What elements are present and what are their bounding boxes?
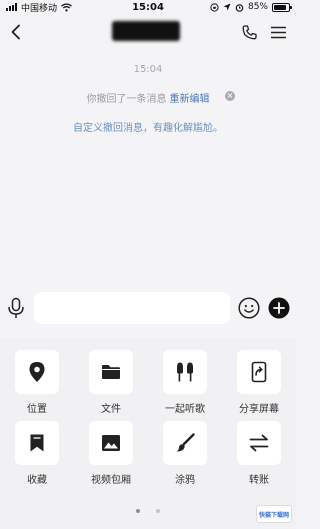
panel-item-label: 涂鸦: [175, 475, 195, 486]
earphones-icon: [177, 362, 193, 382]
lock-rotation-icon: [210, 2, 219, 12]
battery-icon: [272, 2, 292, 12]
panel-item-transfer[interactable]: 转账: [222, 421, 296, 486]
panel-item-label: 视频包厢: [91, 475, 131, 486]
file-tile[interactable]: [89, 350, 133, 394]
close-icon[interactable]: ×: [225, 91, 235, 101]
panel-item-file[interactable]: 文件: [74, 350, 148, 415]
re-edit-link[interactable]: 重新编辑: [170, 90, 210, 105]
location-arrow-icon: [223, 3, 231, 11]
input-bar: [0, 288, 296, 328]
emoji-button[interactable]: [238, 297, 260, 319]
microphone-icon: [8, 297, 24, 318]
carrier-label: 中国移动: [21, 3, 58, 14]
hamburger-menu-icon: [271, 26, 286, 38]
favorites-tile[interactable]: [15, 421, 59, 465]
location-tile[interactable]: [15, 350, 59, 394]
contact-name-redacted: [112, 21, 180, 41]
chat-timestamp: 15:04: [133, 64, 163, 75]
menu-button[interactable]: [271, 26, 286, 39]
location-icon: [29, 362, 45, 382]
brush-icon: [176, 433, 195, 452]
panel-item-label: 一起听歌: [165, 404, 205, 415]
panel-item-label: 文件: [101, 404, 121, 415]
nav-actions: [242, 24, 286, 40]
battery-percent: 85%: [247, 2, 268, 12]
chevron-left-icon: [11, 24, 20, 40]
panel-item-share-screen[interactable]: 分享屏幕: [222, 350, 296, 415]
transfer-tile[interactable]: [237, 421, 281, 465]
bookmark-icon: [30, 434, 44, 452]
transfer-icon: [249, 434, 269, 452]
panel-item-label: 位置: [27, 404, 47, 415]
wifi-icon: [61, 2, 72, 11]
page-dot-1[interactable]: [136, 509, 140, 513]
panel-item-doodle[interactable]: 涂鸦: [148, 421, 222, 486]
panel-item-label: 转账: [249, 475, 269, 486]
recall-notice: 你撤回了一条消息 重新编辑 ×: [0, 90, 296, 105]
custom-recall-tip[interactable]: 自定义撤回消息，有趣化解尴尬。: [0, 119, 296, 134]
plus-circle-icon: [268, 297, 290, 319]
page-indicator: [0, 509, 296, 513]
panel-item-location[interactable]: 位置: [0, 350, 74, 415]
folder-icon: [102, 365, 120, 379]
call-button[interactable]: [242, 24, 257, 40]
share-screen-tile[interactable]: [237, 350, 281, 394]
battery-fill: [274, 4, 286, 10]
watermark-text: 快猫下载网: [258, 511, 289, 519]
back-button[interactable]: [10, 24, 22, 40]
alarm-icon: [235, 3, 244, 12]
status-left: 中国移动: [6, 1, 72, 14]
doodle-tile[interactable]: [163, 421, 207, 465]
panel-item-video-room[interactable]: 视频包厢: [74, 421, 148, 486]
panel-item-favorites[interactable]: 收藏: [0, 421, 74, 486]
recall-notice-text: 你撤回了一条消息: [86, 94, 167, 105]
listen-together-tile[interactable]: [163, 350, 207, 394]
page-dot-2[interactable]: [156, 509, 160, 513]
video-room-tile[interactable]: [89, 421, 133, 465]
panel-item-label: 分享屏幕: [239, 404, 279, 415]
share-screen-icon: [251, 361, 267, 383]
panel-grid: 位置 文件 一起听歌 分享屏幕 收藏 视频包厢 涂鸦 转账: [0, 350, 296, 486]
video-room-icon: [102, 435, 120, 451]
smiley-icon: [238, 297, 260, 319]
message-input[interactable]: [34, 292, 230, 324]
status-right: 85%: [210, 2, 292, 12]
panel-item-label: 收藏: [27, 475, 47, 486]
voice-button[interactable]: [6, 297, 26, 319]
status-bar: 中国移动 15:04 85%: [0, 0, 296, 14]
extension-panel: 位置 文件 一起听歌 分享屏幕 收藏 视频包厢 涂鸦 转账: [0, 338, 296, 529]
more-button[interactable]: [268, 297, 290, 319]
nav-bar: [0, 14, 296, 50]
phone-icon: [242, 24, 257, 39]
status-time: 15:04: [132, 1, 164, 13]
signal-icon: [6, 3, 17, 11]
watermark-logo: 快猫下载网: [256, 505, 292, 523]
panel-item-listen-together[interactable]: 一起听歌: [148, 350, 222, 415]
